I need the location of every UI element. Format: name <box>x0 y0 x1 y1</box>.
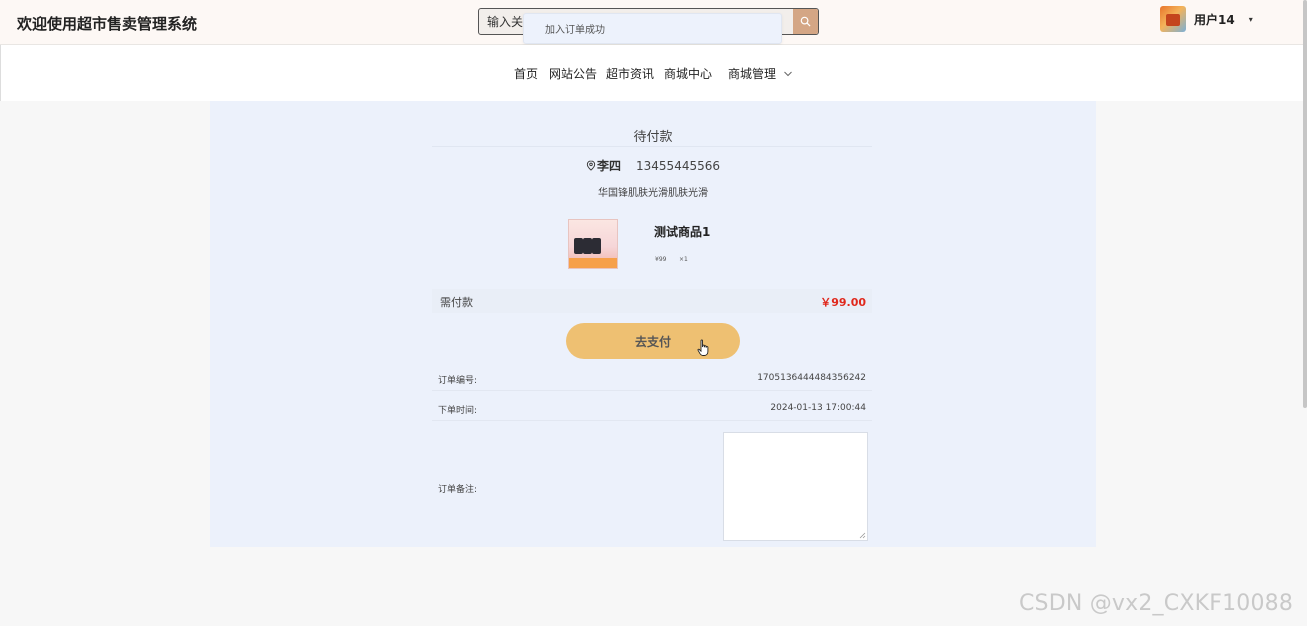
main-nav: 首页 网站公告 超市资讯 商城中心 商城管理 <box>0 45 1307 101</box>
page-scrollbar[interactable] <box>1303 0 1307 408</box>
receiver-line: 李四 13455445566 <box>210 157 1096 174</box>
payment-due-row: 需付款 ￥99.00 <box>432 289 872 313</box>
hand-cursor-icon <box>697 339 709 356</box>
chevron-down-icon[interactable]: ▾ <box>1249 15 1253 24</box>
nav-item-mall-management[interactable]: 商城管理 <box>728 65 793 82</box>
product-quantity: ×1 <box>679 256 688 263</box>
product-price: ¥99 <box>655 256 667 263</box>
product-image-detail <box>592 238 601 254</box>
nav-item-home[interactable]: 首页 <box>514 65 538 82</box>
order-status-title: 待付款 <box>633 130 673 145</box>
order-number-label: 订单编号: <box>438 376 478 386</box>
product-image-detail <box>569 258 617 268</box>
chevron-down-icon <box>783 71 792 77</box>
search-button[interactable] <box>793 9 818 34</box>
search-icon <box>800 16 811 27</box>
order-time-label: 下单时间: <box>438 406 478 416</box>
receiver-name: 李四 <box>597 159 622 173</box>
nav-item-mall-center[interactable]: 商城中心 <box>664 65 712 82</box>
toast-text: 加入订单成功 <box>545 25 605 36</box>
product-image[interactable] <box>568 219 618 269</box>
payment-due-amount: ￥99.00 <box>820 296 866 309</box>
order-number-value: 1705136444484356242 <box>757 373 866 383</box>
watermark-text: CSDN @vx2_CXKF10088 <box>1019 591 1294 616</box>
order-time-row: 下单时间: 2024-01-13 17:00:44 <box>432 399 872 421</box>
receiver-phone: 13455445566 <box>636 158 720 173</box>
nav-item-news[interactable]: 超市资讯 <box>606 65 654 82</box>
product-image-detail <box>583 238 592 254</box>
location-pin-icon <box>586 160 596 171</box>
user-menu[interactable]: 用户14 ▾ <box>1160 5 1253 33</box>
order-number-row: 订单编号: 1705136444484356242 <box>432 369 872 391</box>
divider <box>432 146 872 147</box>
product-name[interactable]: 测试商品1 <box>654 223 710 240</box>
payment-due-label: 需付款 <box>440 296 473 309</box>
order-remark-field[interactable] <box>723 432 868 541</box>
receiver-address: 华国锋肌肤光滑肌肤光滑 <box>598 188 708 199</box>
order-time-value: 2024-01-13 17:00:44 <box>770 403 866 413</box>
site-title: 欢迎使用超市售卖管理系统 <box>17 15 198 33</box>
avatar[interactable] <box>1160 6 1186 32</box>
order-detail-panel: 待付款 李四 13455445566 华国锋肌肤光滑肌肤光滑 测试商品1 ¥99… <box>210 101 1096 547</box>
product-image-detail <box>574 238 583 254</box>
toast-message: 加入订单成功 <box>523 13 782 44</box>
pay-button[interactable]: 去支付 <box>566 323 740 359</box>
nav-item-announcements[interactable]: 网站公告 <box>549 65 597 82</box>
order-remark-label: 订单备注: <box>438 485 478 495</box>
nav-item-label: 商城管理 <box>728 67 777 81</box>
resize-handle-icon[interactable] <box>858 531 866 539</box>
user-name[interactable]: 用户14 <box>1194 11 1235 28</box>
